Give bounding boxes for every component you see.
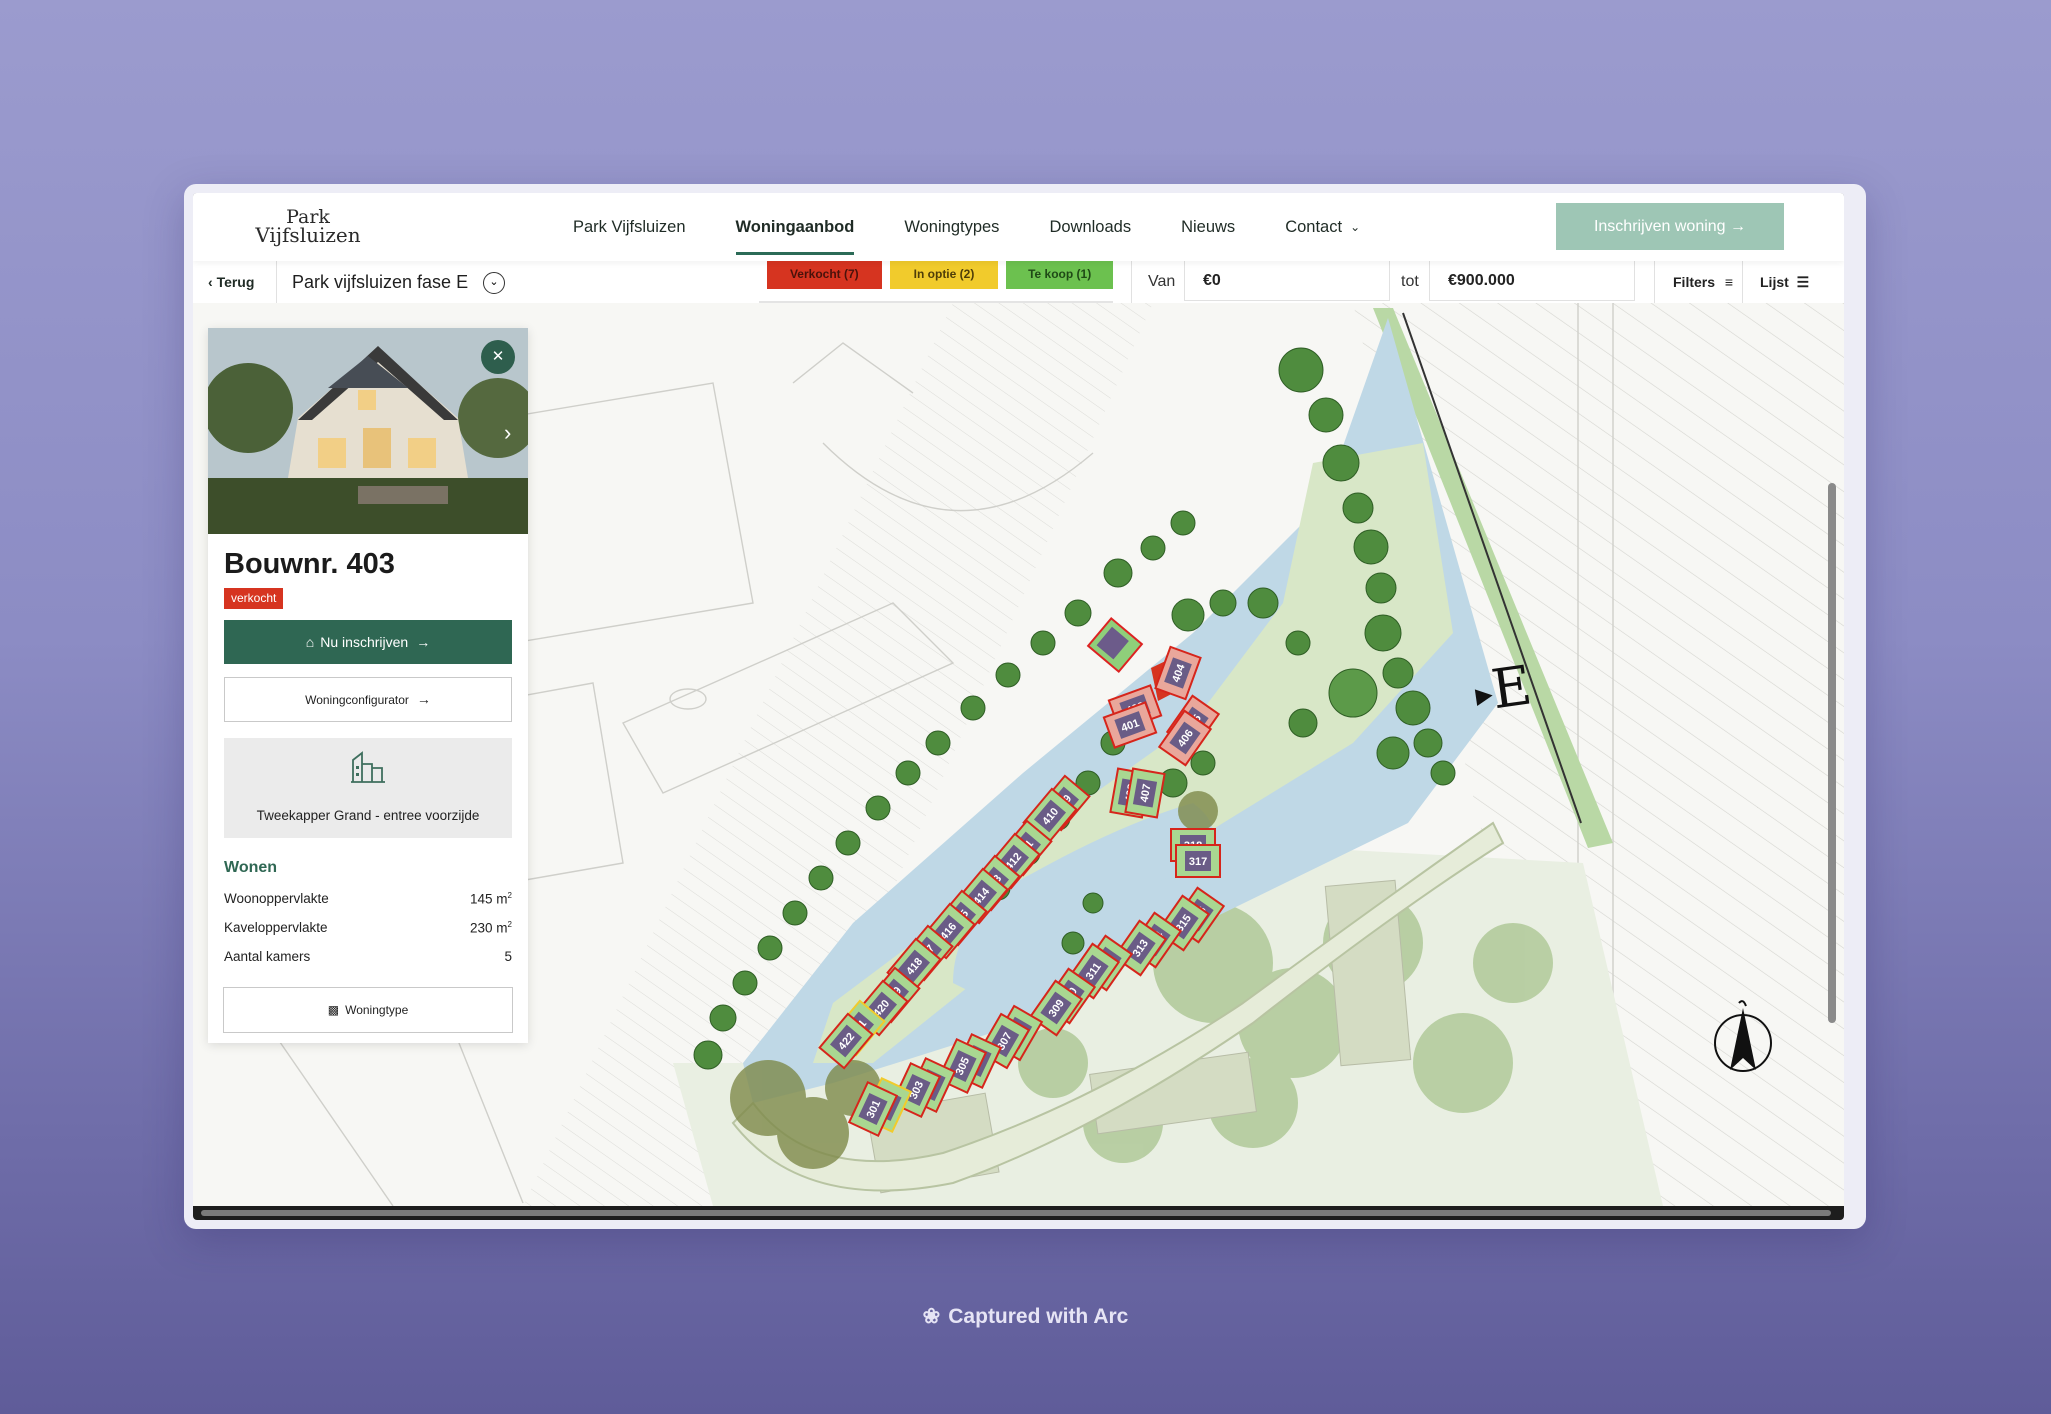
spec-label: Kaveloppervlakte [224, 920, 328, 935]
configurator-button[interactable]: Woningconfigurator → [224, 677, 512, 722]
phase-letter: ▶E [1471, 653, 1535, 723]
register-now-button[interactable]: ⌂ Nu inschrijven → [224, 620, 512, 664]
back-button[interactable]: ‹ Terug [208, 261, 254, 303]
nav-woningtypes[interactable]: Woningtypes [904, 193, 999, 261]
price-from-input[interactable]: €0 [1184, 261, 1390, 301]
horizontal-scrollbar[interactable] [201, 1210, 1831, 1216]
site-header: Park Vijfsluizen Park Vijfsluizen Woning… [193, 193, 1844, 261]
chevron-right-icon[interactable]: › [504, 420, 511, 446]
house-type-button[interactable]: ▩ Woningtype [223, 987, 513, 1033]
chevron-down-icon: ⌄ [1350, 220, 1361, 234]
spec-unit-sup: 2 [507, 891, 512, 900]
plot-number: 317 [1189, 856, 1207, 868]
section-title: Wonen [224, 859, 278, 876]
price-to-input[interactable]: €900.000 [1429, 261, 1635, 301]
spec-value-text: 230 m [470, 920, 508, 936]
price-from-label: Van [1148, 273, 1176, 290]
house-type-button-label: Woningtype [345, 1003, 409, 1017]
spec-row: Kaveloppervlakte 230 m2 [224, 920, 512, 940]
nav-nieuws[interactable]: Nieuws [1181, 193, 1235, 261]
status-badge: verkocht [224, 588, 284, 609]
map-toolbar: ‹ Terug Park vijfsluizen fase E ⌄ Verkoc… [193, 259, 1844, 303]
spec-row: Woonoppervlakte 145 m2 [224, 891, 512, 911]
status-sold-filter[interactable]: Verkocht (7) [767, 259, 882, 289]
browser-window: Park Vijfsluizen Park Vijfsluizen Woning… [193, 193, 1844, 1220]
divider [1654, 261, 1655, 303]
price-to-label: tot [1401, 273, 1419, 290]
status-for-sale-filter[interactable]: Te koop (1) [1006, 259, 1113, 289]
page: Park Vijfsluizen Park Vijfsluizen Woning… [193, 193, 1844, 1206]
list-icon: ☰ [1796, 274, 1810, 290]
spec-value: 145 m2 [470, 891, 512, 907]
register-now-label: Nu inschrijven [320, 634, 409, 650]
spec-row: Aantal kamers 5 [224, 949, 512, 969]
nav-contact[interactable]: Contact ⌄ [1285, 193, 1360, 261]
plot-317[interactable]: 317 [1175, 844, 1221, 878]
plot-404[interactable]: 404 [1154, 645, 1202, 701]
nav-woningaanbod[interactable]: Woningaanbod [735, 193, 854, 261]
document-icon: ▩ [327, 1003, 340, 1017]
house-type-label: Tweekapper Grand - entree voorzijde [256, 808, 480, 823]
chevron-left-icon: ‹ [208, 274, 217, 290]
divider [1131, 261, 1132, 303]
sliders-icon: ≡ [1724, 274, 1734, 290]
filters-label: Filters [1673, 274, 1716, 290]
plot-detail-panel: ✕ › Bouwnr. 403 verkocht ⌂ Nu inschrijven… [208, 328, 528, 1043]
home-icon: ⌂ [305, 634, 315, 650]
back-label: Terug [216, 274, 255, 290]
phase-selector[interactable]: Park vijfsluizen fase E [292, 261, 468, 303]
north-arrow-icon [1714, 1000, 1772, 1072]
spec-value: 5 [504, 949, 512, 964]
arc-caption: ❀ Captured with Arc [0, 1304, 2051, 1329]
nav-park-vijfsluizen[interactable]: Park Vijfsluizen [573, 193, 686, 261]
spec-value-text: 145 m [470, 891, 508, 907]
map-scrollbar[interactable] [1828, 483, 1836, 1023]
spec-label: Woonoppervlakte [224, 891, 329, 906]
status-legend: Verkocht (7) In optie (2) Te koop (1) [759, 259, 1113, 303]
configurator-label: Woningconfigurator [305, 693, 409, 707]
spec-label: Aantal kamers [224, 949, 311, 964]
spec-value: 230 m2 [470, 920, 512, 936]
site-logo[interactable]: Park Vijfsluizen [253, 207, 363, 245]
close-panel-button[interactable]: ✕ [481, 340, 515, 374]
divider [1742, 261, 1743, 303]
arc-caption-text: Captured with Arc [948, 1305, 1129, 1328]
house-illustration [208, 328, 528, 534]
list-label: Lijst [1760, 274, 1789, 290]
house-photo: ✕ › [208, 328, 528, 534]
nav-contact-label: Contact [1285, 218, 1343, 236]
main-nav: Park Vijfsluizen Woningaanbod Woningtype… [573, 193, 1410, 261]
status-option-filter[interactable]: In optie (2) [889, 259, 999, 289]
plot-title: Bouwnr. 403 [224, 548, 395, 580]
logo-line2: Vijfsluizen [255, 223, 361, 247]
chevron-down-icon[interactable]: ⌄ [483, 272, 505, 294]
house-type-card: Tweekapper Grand - entree voorzijde [224, 738, 512, 838]
spec-unit-sup: 2 [507, 920, 512, 929]
nav-downloads[interactable]: Downloads [1049, 193, 1131, 261]
list-view-button[interactable]: Lijst ☰ [1760, 261, 1809, 303]
arc-logo-icon: ❀ [922, 1305, 941, 1328]
arrow-right-icon: → [416, 691, 431, 707]
arrow-right-icon: → [416, 634, 431, 650]
register-home-button[interactable]: Inschrijven woning → [1556, 203, 1784, 250]
filters-button[interactable]: Filters ≡ [1673, 261, 1733, 303]
building-icon [351, 751, 385, 783]
divider [276, 261, 277, 303]
plot-407[interactable]: 407 [1124, 767, 1166, 819]
